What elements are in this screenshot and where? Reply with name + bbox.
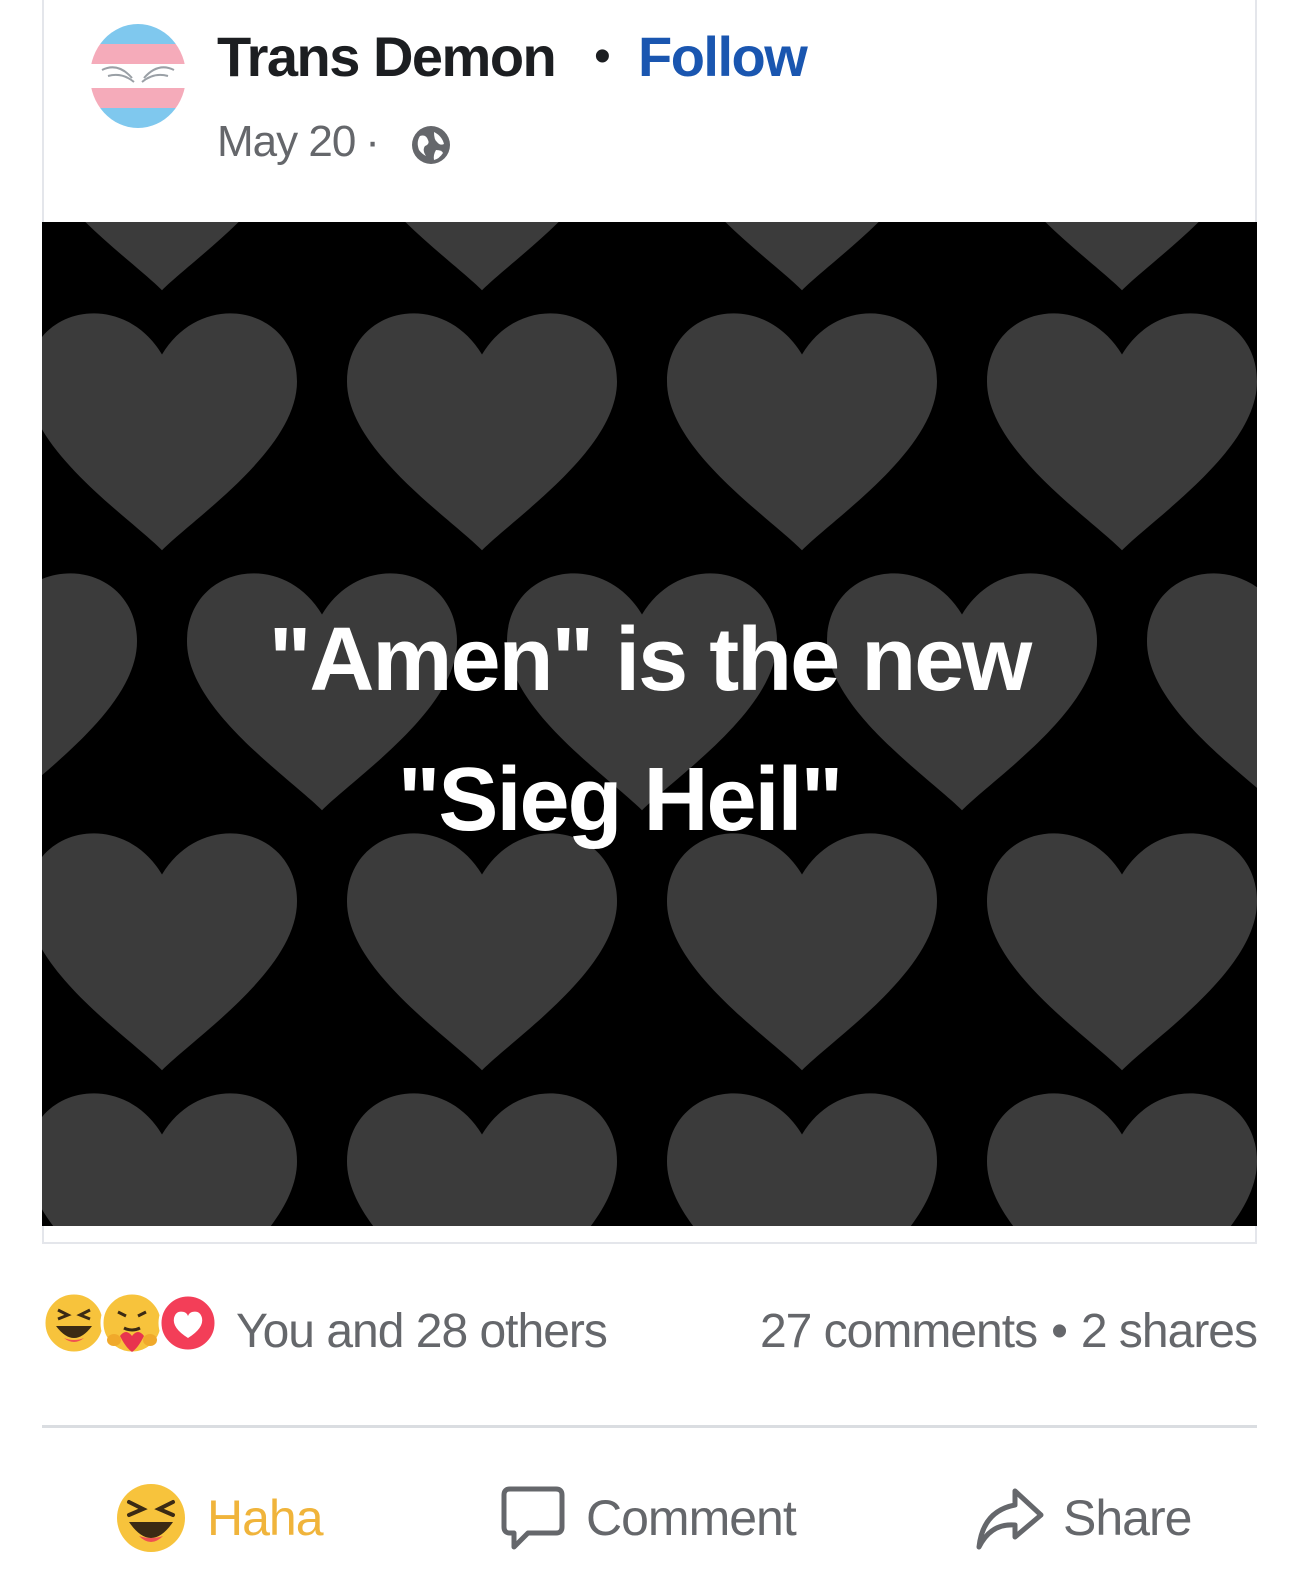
reactions-summary[interactable]: You and 28 others xyxy=(236,1302,608,1362)
author-name[interactable]: Trans Demon xyxy=(217,22,557,92)
post-date[interactable]: May 20 xyxy=(217,117,356,166)
shares-count[interactable]: 2 shares xyxy=(1081,1305,1258,1358)
globe-icon xyxy=(412,126,450,164)
image-caption-line-2: "Sieg Heil" xyxy=(397,750,843,850)
heart-shape-5 xyxy=(347,313,617,551)
meta-separator: · xyxy=(365,117,380,166)
comment-button[interactable]: Comment xyxy=(500,1478,797,1558)
share-button[interactable]: Share xyxy=(975,1478,1192,1558)
heart-shape-7 xyxy=(987,313,1257,551)
heart-shape-15 xyxy=(987,1093,1257,1226)
header-separator: • xyxy=(594,30,611,83)
heart-shape-13 xyxy=(347,1093,617,1226)
care-icon xyxy=(100,1291,164,1355)
image-caption-line-1: "Amen" is the new xyxy=(268,610,1033,710)
author-avatar[interactable] xyxy=(88,22,188,130)
divider xyxy=(42,1425,1257,1428)
comment-icon xyxy=(501,1486,565,1550)
haha-label: Haha xyxy=(207,1490,324,1546)
engagement-counts: 27 comments • 2 shares xyxy=(760,1302,1258,1362)
post-meta: May 20 · xyxy=(217,112,389,172)
counts-separator: • xyxy=(1051,1305,1068,1358)
reaction-icons[interactable] xyxy=(40,1288,220,1358)
haha-icon xyxy=(42,1291,106,1355)
haha-reaction-button[interactable]: Haha xyxy=(115,1478,324,1558)
image-caption: "Amen" is the new "Sieg Heil" xyxy=(0,590,1299,870)
heart-shape-2 xyxy=(725,222,879,291)
share-label: Share xyxy=(1063,1490,1192,1546)
share-icon xyxy=(976,1488,1044,1550)
heart-shape-0 xyxy=(85,222,239,291)
follow-button[interactable]: Follow xyxy=(638,22,808,92)
haha-icon xyxy=(117,1484,185,1552)
heart-shape-4 xyxy=(42,313,297,551)
comment-label: Comment xyxy=(586,1490,797,1546)
heart-shape-6 xyxy=(667,313,937,551)
comments-count[interactable]: 27 comments xyxy=(760,1305,1038,1358)
heart-shape-1 xyxy=(405,222,559,291)
heart-shape-3 xyxy=(1045,222,1199,291)
heart-shape-14 xyxy=(667,1093,937,1226)
heart-shape-12 xyxy=(42,1093,297,1226)
love-icon xyxy=(158,1293,218,1353)
